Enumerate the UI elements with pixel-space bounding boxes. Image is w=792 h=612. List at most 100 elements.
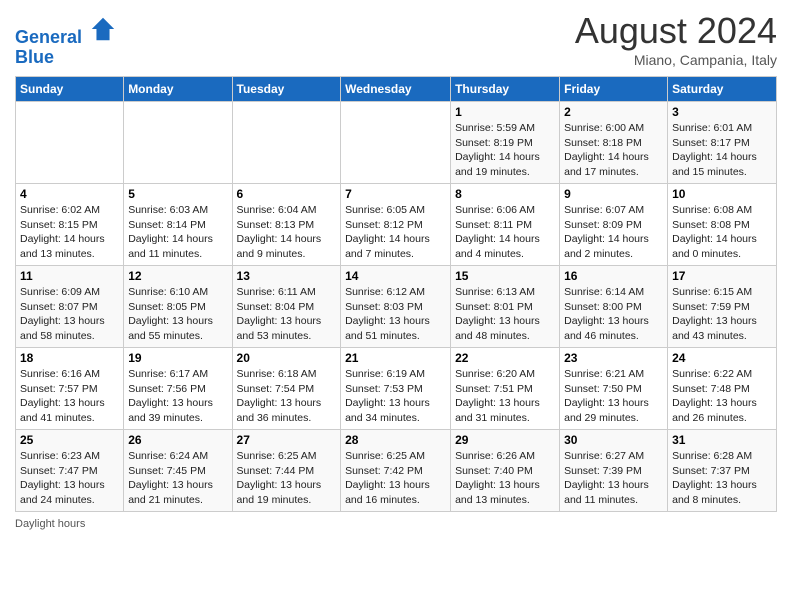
header-sunday: Sunday [16,77,124,102]
day-cell: 26 Sunrise: 6:24 AM Sunset: 7:45 PM Dayli… [124,430,232,512]
day-cell [341,102,451,184]
logo-general: General [15,27,82,47]
day-cell: 28Sunrise: 6:25 AM Sunset: 7:42 PM Dayli… [341,430,451,512]
day-info: Sunrise: 6:17 AM Sunset: 7:56 PM Dayligh… [128,367,227,426]
day-cell [232,102,341,184]
logo: General Blue [15,15,117,68]
day-number: 23 [564,351,663,365]
day-cell: 7 Sunrise: 6:05 AM Sunset: 8:12 PM Daylig… [341,184,451,266]
header-saturday: Saturday [668,77,777,102]
day-info: Sunrise: 6:09 AM Sunset: 8:07 PM Dayligh… [20,285,119,344]
day-info: Sunrise: 6:03 AM Sunset: 8:14 PM Dayligh… [128,203,227,262]
day-cell: 29Sunrise: 6:26 AM Sunset: 7:40 PM Dayli… [451,430,560,512]
day-number: 10 [672,187,772,201]
day-number: 25 [20,433,119,447]
day-cell: 20 Sunrise: 6:18 AM Sunset: 7:54 PM Dayli… [232,348,341,430]
footer-note: Daylight hours [15,518,777,530]
day-number: 15 [455,269,555,283]
day-cell: 31 Sunrise: 6:28 AM Sunset: 7:37 PM Dayli… [668,430,777,512]
day-number: 20 [237,351,337,365]
week-row-0: 1 Sunrise: 5:59 AM Sunset: 8:19 PM Daylig… [16,102,777,184]
day-number: 17 [672,269,772,283]
day-info: Sunrise: 6:25 AM Sunset: 7:44 PM Dayligh… [237,449,337,508]
day-cell: 4 Sunrise: 6:02 AM Sunset: 8:15 PM Daylig… [16,184,124,266]
day-cell: 10 Sunrise: 6:08 AM Sunset: 8:08 PM Dayli… [668,184,777,266]
day-cell: 5 Sunrise: 6:03 AM Sunset: 8:14 PM Daylig… [124,184,232,266]
day-cell [124,102,232,184]
day-cell: 9 Sunrise: 6:07 AM Sunset: 8:09 PM Daylig… [560,184,668,266]
day-cell: 17Sunrise: 6:15 AM Sunset: 7:59 PM Dayli… [668,266,777,348]
header-tuesday: Tuesday [232,77,341,102]
day-number: 24 [672,351,772,365]
header-thursday: Thursday [451,77,560,102]
day-number: 31 [672,433,772,447]
day-info: Sunrise: 5:59 AM Sunset: 8:19 PM Dayligh… [455,121,555,180]
day-info: Sunrise: 6:27 AM Sunset: 7:39 PM Dayligh… [564,449,663,508]
day-number: 13 [237,269,337,283]
day-cell: 2 Sunrise: 6:00 AM Sunset: 8:18 PM Daylig… [560,102,668,184]
day-cell: 12Sunrise: 6:10 AM Sunset: 8:05 PM Dayli… [124,266,232,348]
day-info: Sunrise: 6:16 AM Sunset: 7:57 PM Dayligh… [20,367,119,426]
header-friday: Friday [560,77,668,102]
day-cell: 22Sunrise: 6:20 AM Sunset: 7:51 PM Dayli… [451,348,560,430]
day-number: 5 [128,187,227,201]
day-number: 8 [455,187,555,201]
day-info: Sunrise: 6:01 AM Sunset: 8:17 PM Dayligh… [672,121,772,180]
day-number: 28 [345,433,446,447]
day-cell: 14 Sunrise: 6:12 AM Sunset: 8:03 PM Dayli… [341,266,451,348]
day-info: Sunrise: 6:05 AM Sunset: 8:12 PM Dayligh… [345,203,446,262]
day-number: 14 [345,269,446,283]
logo-blue: Blue [15,47,54,67]
day-cell: 25 Sunrise: 6:23 AM Sunset: 7:47 PM Dayli… [16,430,124,512]
day-cell: 16Sunrise: 6:14 AM Sunset: 8:00 PM Dayli… [560,266,668,348]
day-number: 7 [345,187,446,201]
calendar-table: SundayMondayTuesdayWednesdayThursdayFrid… [15,76,777,512]
logo-icon [89,15,117,43]
day-number: 21 [345,351,446,365]
day-number: 26 [128,433,227,447]
day-info: Sunrise: 6:08 AM Sunset: 8:08 PM Dayligh… [672,203,772,262]
day-cell: 27Sunrise: 6:25 AM Sunset: 7:44 PM Dayli… [232,430,341,512]
day-cell: 3 Sunrise: 6:01 AM Sunset: 8:17 PM Daylig… [668,102,777,184]
day-cell: 18 Sunrise: 6:16 AM Sunset: 7:57 PM Dayli… [16,348,124,430]
day-cell: 21 Sunrise: 6:19 AM Sunset: 7:53 PM Dayli… [341,348,451,430]
day-cell [16,102,124,184]
day-number: 4 [20,187,119,201]
day-info: Sunrise: 6:04 AM Sunset: 8:13 PM Dayligh… [237,203,337,262]
day-info: Sunrise: 6:13 AM Sunset: 8:01 PM Dayligh… [455,285,555,344]
day-number: 18 [20,351,119,365]
day-number: 11 [20,269,119,283]
day-number: 1 [455,105,555,119]
location: Miano, Campania, Italy [575,52,777,68]
day-info: Sunrise: 6:07 AM Sunset: 8:09 PM Dayligh… [564,203,663,262]
month-year: August 2024 [575,10,777,52]
day-info: Sunrise: 6:02 AM Sunset: 8:15 PM Dayligh… [20,203,119,262]
day-cell: 15 Sunrise: 6:13 AM Sunset: 8:01 PM Dayli… [451,266,560,348]
day-number: 3 [672,105,772,119]
header-monday: Monday [124,77,232,102]
day-info: Sunrise: 6:26 AM Sunset: 7:40 PM Dayligh… [455,449,555,508]
day-info: Sunrise: 6:21 AM Sunset: 7:50 PM Dayligh… [564,367,663,426]
day-info: Sunrise: 6:23 AM Sunset: 7:47 PM Dayligh… [20,449,119,508]
day-cell: 6 Sunrise: 6:04 AM Sunset: 8:13 PM Daylig… [232,184,341,266]
day-cell: 24 Sunrise: 6:22 AM Sunset: 7:48 PM Dayli… [668,348,777,430]
day-cell: 11 Sunrise: 6:09 AM Sunset: 8:07 PM Dayli… [16,266,124,348]
day-info: Sunrise: 6:12 AM Sunset: 8:03 PM Dayligh… [345,285,446,344]
day-number: 9 [564,187,663,201]
week-row-1: 4 Sunrise: 6:02 AM Sunset: 8:15 PM Daylig… [16,184,777,266]
day-info: Sunrise: 6:18 AM Sunset: 7:54 PM Dayligh… [237,367,337,426]
week-row-3: 18 Sunrise: 6:16 AM Sunset: 7:57 PM Dayli… [16,348,777,430]
day-number: 6 [237,187,337,201]
day-info: Sunrise: 6:22 AM Sunset: 7:48 PM Dayligh… [672,367,772,426]
day-number: 19 [128,351,227,365]
day-info: Sunrise: 6:28 AM Sunset: 7:37 PM Dayligh… [672,449,772,508]
day-info: Sunrise: 6:19 AM Sunset: 7:53 PM Dayligh… [345,367,446,426]
day-info: Sunrise: 6:24 AM Sunset: 7:45 PM Dayligh… [128,449,227,508]
header-wednesday: Wednesday [341,77,451,102]
calendar-header-row: SundayMondayTuesdayWednesdayThursdayFrid… [16,77,777,102]
day-number: 2 [564,105,663,119]
week-row-2: 11 Sunrise: 6:09 AM Sunset: 8:07 PM Dayli… [16,266,777,348]
day-info: Sunrise: 6:00 AM Sunset: 8:18 PM Dayligh… [564,121,663,180]
day-cell: 13Sunrise: 6:11 AM Sunset: 8:04 PM Dayli… [232,266,341,348]
title-block: August 2024 Miano, Campania, Italy [575,10,777,68]
